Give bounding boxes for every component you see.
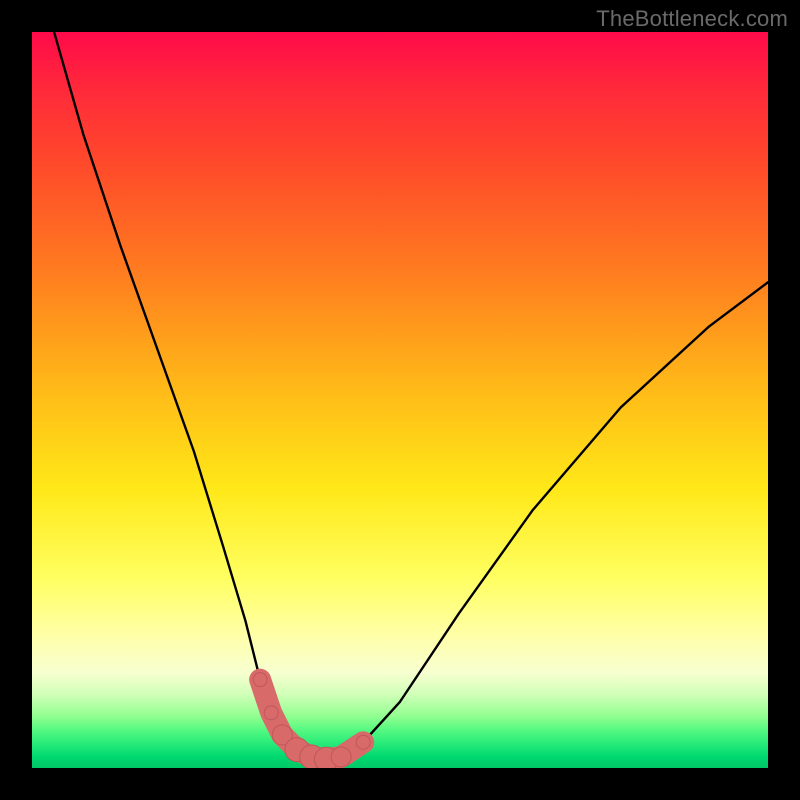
chart-frame: TheBottleneck.com [0,0,800,800]
bottleneck-curve [54,32,768,759]
chart-svg [32,32,768,768]
marker-point [356,735,370,749]
marker-point [331,747,351,767]
watermark-text: TheBottleneck.com [596,6,788,32]
marker-point [264,706,278,720]
marker-point [253,673,267,687]
